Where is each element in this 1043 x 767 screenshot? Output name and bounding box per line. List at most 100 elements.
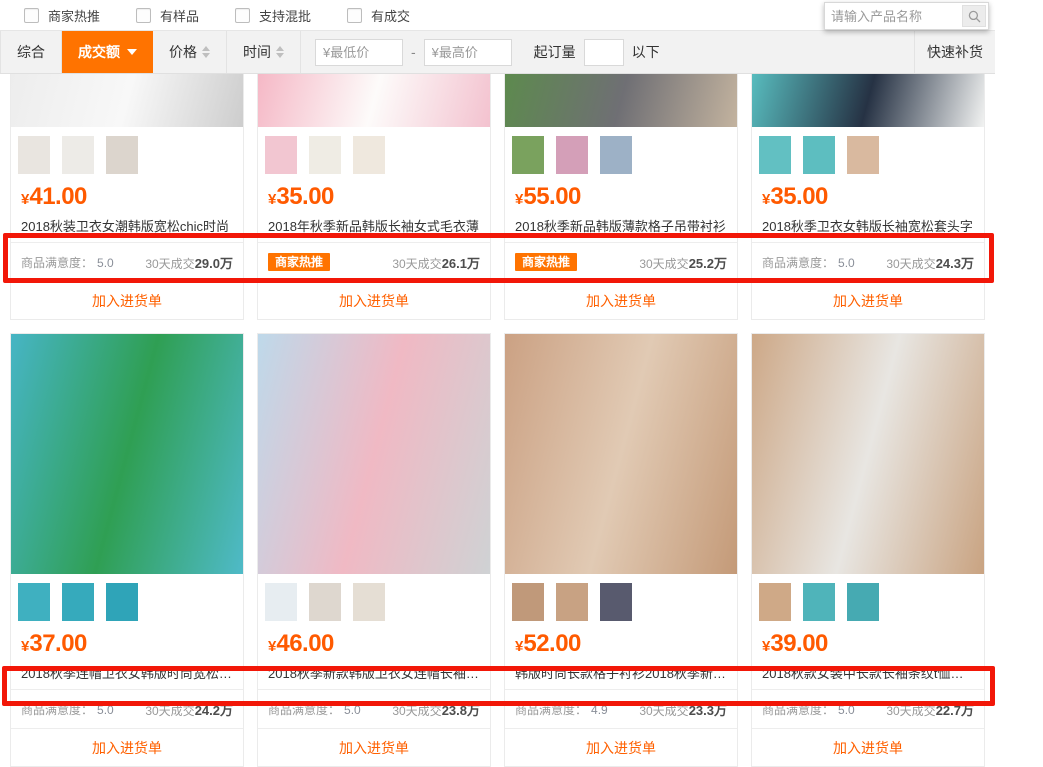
product-title-link[interactable]: 2018秋装卫衣女潮韩版宽松chic时尚 bbox=[11, 216, 243, 235]
price-line: ¥46.00 bbox=[258, 629, 490, 658]
add-to-purchase-list-button[interactable]: 加入进货单 bbox=[505, 282, 737, 319]
product-main-photo[interactable] bbox=[258, 74, 490, 127]
sales-30d: 30天成交23.8万 bbox=[392, 700, 480, 719]
product-main-photo[interactable] bbox=[11, 74, 243, 127]
thumbnail-strip bbox=[505, 574, 737, 629]
search-box bbox=[824, 2, 989, 30]
satisfaction-value: 4.9 bbox=[591, 703, 608, 717]
product-meta-row: 商品满意度：4.930天成交23.3万 bbox=[505, 689, 737, 729]
product-meta-row: 商品满意度：5.030天成交24.3万 bbox=[752, 242, 984, 282]
search-input[interactable] bbox=[825, 9, 962, 24]
product-title-link[interactable]: 2018年秋季新品韩版长袖女式毛衣薄 bbox=[258, 216, 490, 235]
checkbox-icon[interactable] bbox=[235, 8, 250, 23]
satisfaction-label: 商品满意度： bbox=[762, 256, 834, 270]
product-card[interactable]: ¥55.002018秋季新品韩版薄款格子吊带衬衫商家热推30天成交25.2万加入… bbox=[504, 74, 738, 320]
satisfaction: 商品满意度：5.0 bbox=[21, 254, 114, 271]
product-thumbnail[interactable] bbox=[106, 136, 138, 174]
checkbox-icon[interactable] bbox=[136, 8, 151, 23]
price-line: ¥55.00 bbox=[505, 182, 737, 211]
sales-label: 30天成交 bbox=[145, 704, 194, 718]
product-thumbnail[interactable] bbox=[759, 583, 791, 621]
product-card[interactable]: ¥39.002018秋款女装中长款长袖条纹t恤韩…商品满意度：5.030天成交2… bbox=[751, 333, 985, 767]
product-main-photo[interactable] bbox=[752, 74, 984, 127]
product-thumbnail[interactable] bbox=[265, 136, 297, 174]
checkbox-icon[interactable] bbox=[24, 8, 39, 23]
product-title-link[interactable]: 2018秋款女装中长款长袖条纹t恤韩… bbox=[752, 663, 984, 682]
magnifier-icon bbox=[968, 10, 981, 23]
sales-label: 30天成交 bbox=[145, 257, 194, 271]
price-line: ¥35.00 bbox=[258, 182, 490, 211]
product-thumbnail[interactable] bbox=[556, 136, 588, 174]
product-grid-row-2: ¥37.002018秋季连帽卫衣女韩版时尚宽松显…商品满意度：5.030天成交2… bbox=[0, 333, 995, 767]
thumbnail-strip bbox=[505, 127, 737, 182]
add-to-purchase-list-button[interactable]: 加入进货单 bbox=[752, 282, 984, 319]
sort-tab-label: 成交额 bbox=[78, 42, 120, 62]
product-thumbnail[interactable] bbox=[18, 583, 50, 621]
filter-checkbox-item[interactable]: 商家热推 bbox=[24, 6, 100, 25]
filter-checkbox-item[interactable]: 支持混批 bbox=[235, 6, 311, 25]
quick-restock-label: 快速补货 bbox=[927, 42, 983, 62]
product-thumbnail[interactable] bbox=[803, 583, 835, 621]
product-thumbnail[interactable] bbox=[18, 136, 50, 174]
product-main-photo[interactable] bbox=[752, 334, 984, 574]
add-to-purchase-list-button[interactable]: 加入进货单 bbox=[258, 282, 490, 319]
product-thumbnail[interactable] bbox=[847, 136, 879, 174]
product-thumbnail[interactable] bbox=[847, 583, 879, 621]
product-main-photo[interactable] bbox=[505, 74, 737, 127]
sort-tab-comprehensive[interactable]: 综合 bbox=[0, 31, 62, 73]
product-thumbnail[interactable] bbox=[62, 583, 94, 621]
product-title-link[interactable]: 2018秋季新款韩版卫衣女连帽长袖绣… bbox=[258, 663, 490, 682]
search-button[interactable] bbox=[962, 5, 986, 27]
sort-tab-price[interactable]: 价格 bbox=[153, 31, 227, 73]
hot-push-badge: 商家热推 bbox=[268, 253, 330, 271]
product-thumbnail[interactable] bbox=[803, 136, 835, 174]
product-title-link[interactable]: 2018秋季连帽卫衣女韩版时尚宽松显… bbox=[11, 663, 243, 682]
product-card[interactable]: ¥46.002018秋季新款韩版卫衣女连帽长袖绣…商品满意度：5.030天成交2… bbox=[257, 333, 491, 767]
add-to-purchase-list-button[interactable]: 加入进货单 bbox=[258, 729, 490, 766]
add-to-purchase-list-button[interactable]: 加入进货单 bbox=[11, 729, 243, 766]
product-title-link[interactable]: 韩版时尚长款格子衬衫2018秋季新款… bbox=[505, 663, 737, 682]
product-card[interactable]: ¥35.00 2018年秋季新品韩版长袖女式毛衣薄商家热推 30天成交26.1万加入… bbox=[257, 74, 491, 320]
product-thumbnail[interactable] bbox=[353, 136, 385, 174]
product-title-link[interactable]: 2018秋季新品韩版薄款格子吊带衬衫 bbox=[505, 216, 737, 235]
product-thumbnail[interactable] bbox=[600, 136, 632, 174]
product-main-photo[interactable] bbox=[258, 334, 490, 574]
sales-30d: 30天成交26.1万 bbox=[392, 253, 480, 272]
add-to-purchase-list-button[interactable]: 加入进货单 bbox=[505, 729, 737, 766]
product-thumbnail[interactable] bbox=[512, 136, 544, 174]
product-main-photo[interactable] bbox=[11, 334, 243, 574]
product-thumbnail[interactable] bbox=[759, 136, 791, 174]
product-card[interactable]: ¥35.002018秋季卫衣女韩版长袖宽松套头字商品满意度：5.030天成交24… bbox=[751, 74, 985, 320]
max-price-input[interactable] bbox=[424, 39, 512, 66]
filter-checkbox-item[interactable]: 有样品 bbox=[136, 6, 199, 25]
product-thumbnail[interactable] bbox=[309, 583, 341, 621]
thumbnail-strip bbox=[11, 127, 243, 182]
sort-tab-sales-volume[interactable]: 成交额 bbox=[62, 31, 153, 73]
min-price-input[interactable] bbox=[315, 39, 403, 66]
product-thumbnail[interactable] bbox=[512, 583, 544, 621]
product-card[interactable]: ¥37.002018秋季连帽卫衣女韩版时尚宽松显…商品满意度：5.030天成交2… bbox=[10, 333, 244, 767]
product-thumbnail[interactable] bbox=[265, 583, 297, 621]
filter-checkbox-item[interactable]: 有成交 bbox=[347, 6, 410, 25]
quick-restock-link[interactable]: 快速补货 bbox=[914, 31, 995, 73]
product-thumbnail[interactable] bbox=[309, 136, 341, 174]
checkbox-icon[interactable] bbox=[347, 8, 362, 23]
product-thumbnail[interactable] bbox=[600, 583, 632, 621]
product-title-link[interactable]: 2018秋季卫衣女韩版长袖宽松套头字 bbox=[752, 216, 984, 235]
sort-tab-time[interactable]: 时间 bbox=[227, 31, 301, 73]
product-card[interactable]: ¥41.002018秋装卫衣女潮韩版宽松chic时尚商品满意度：5.030天成交… bbox=[10, 74, 244, 320]
satisfaction: 商品满意度：5.0 bbox=[762, 701, 855, 718]
sales-value: 22.7万 bbox=[936, 703, 974, 718]
min-order-input[interactable] bbox=[584, 39, 624, 66]
product-thumbnail[interactable] bbox=[556, 583, 588, 621]
satisfaction-label: 商品满意度： bbox=[515, 703, 587, 717]
product-main-photo[interactable] bbox=[505, 334, 737, 574]
price-value: 41.00 bbox=[29, 183, 87, 210]
product-thumbnail[interactable] bbox=[106, 583, 138, 621]
product-card[interactable]: ¥52.00韩版时尚长款格子衬衫2018秋季新款…商品满意度：4.930天成交2… bbox=[504, 333, 738, 767]
add-to-purchase-list-button[interactable]: 加入进货单 bbox=[752, 729, 984, 766]
add-to-purchase-list-button[interactable]: 加入进货单 bbox=[11, 282, 243, 319]
product-grid-row-1: ¥41.002018秋装卫衣女潮韩版宽松chic时尚商品满意度：5.030天成交… bbox=[0, 74, 995, 320]
product-thumbnail[interactable] bbox=[353, 583, 385, 621]
product-thumbnail[interactable] bbox=[62, 136, 94, 174]
